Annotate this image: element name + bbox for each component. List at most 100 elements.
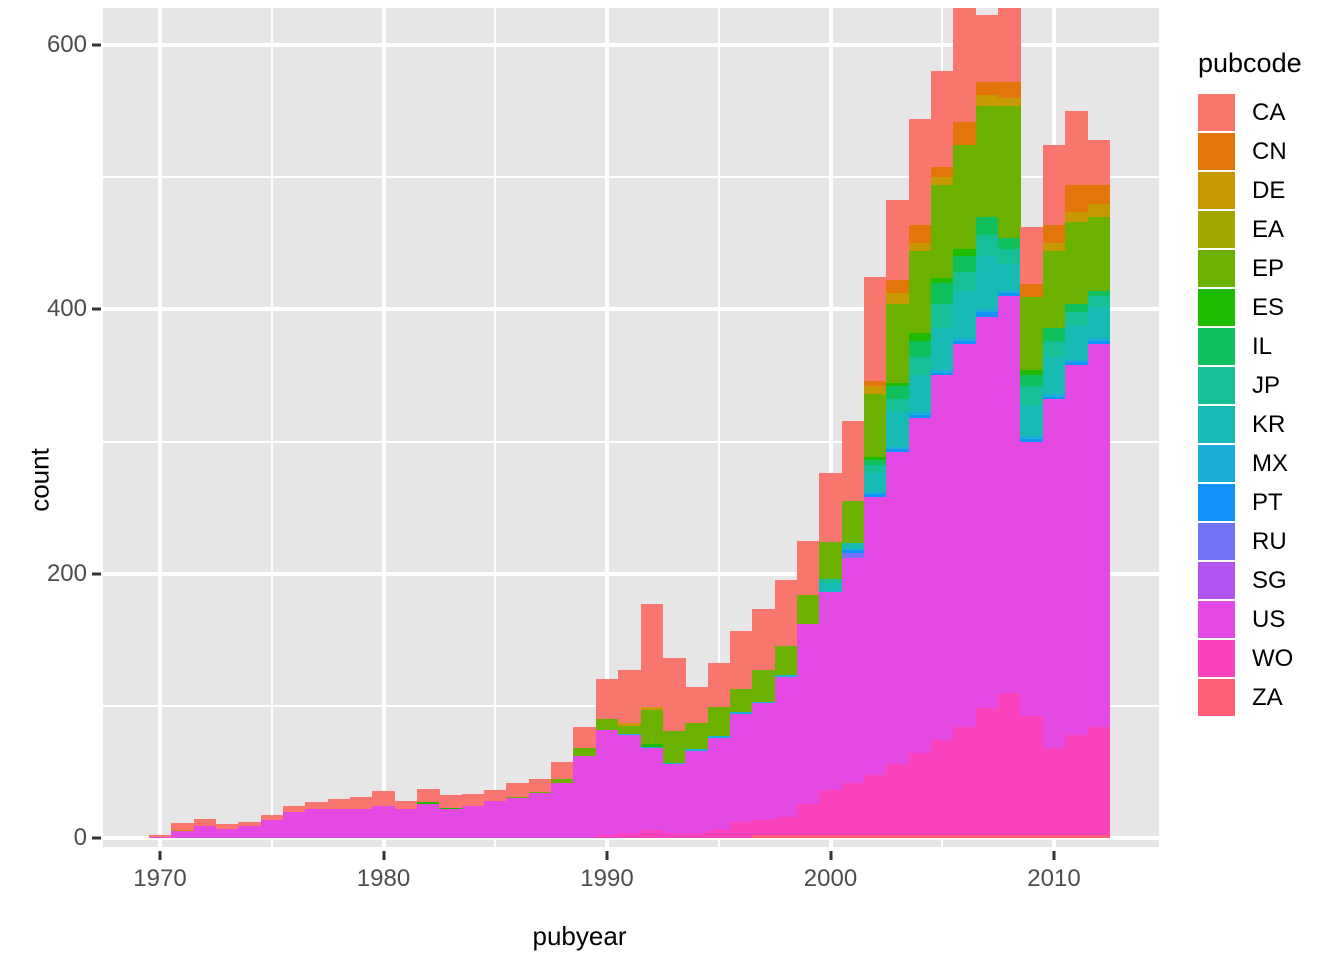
legend-swatch-ES [1198,289,1235,326]
bar-1999 [796,541,820,838]
bar-series-container [103,8,1159,847]
bar-segment-CA [171,822,195,831]
bar-segment-EP [886,303,910,384]
bar-segment-US [1087,343,1111,727]
bar-segment-IL [953,255,977,273]
bar-segment-KR [953,290,977,339]
bar-2008 [998,8,1022,838]
bar-segment-CA [864,277,887,381]
x-tick-mark-1990 [605,851,609,860]
legend-swatch-CA [1198,94,1235,131]
bar-segment-CA [372,791,396,807]
bar-segment-EP [841,500,865,544]
legend-swatch-JP [1198,367,1235,404]
legend-item-RU[interactable]: RU [1198,522,1302,561]
legend-item-KR[interactable]: KR [1198,405,1302,444]
bar-segment-EP [707,706,731,737]
bar-segment-CA [305,801,329,809]
legend-item-ZA[interactable]: ZA [1198,678,1302,717]
bar-1985 [484,789,507,838]
bar-segment-CA [796,541,820,595]
bar-segment-EP [685,722,709,750]
legend-item-PT[interactable]: PT [1198,483,1302,522]
bar-segment-DE [908,242,932,252]
bar-segment-JP [998,248,1022,265]
bar-segment-US [953,343,977,727]
bar-segment-JP [1042,340,1066,357]
bar-segment-EP [998,105,1022,238]
bar-segment-CA [193,819,217,827]
bar-segment-CA [662,657,686,731]
bar-segment-US [618,734,642,833]
legend-item-WO[interactable]: WO [1198,639,1302,678]
bar-segment-KR [931,327,954,371]
legend-swatch-IL [1198,328,1235,365]
legend-item-US[interactable]: US [1198,600,1302,639]
bar-segment-CA [215,824,239,829]
legend-item-ES[interactable]: ES [1198,288,1302,327]
bar-2011 [1065,110,1089,838]
chart-root: count pubyear 0 200 400 600 1970 1980 1990 200… [0,0,1344,960]
legend-swatch-PT [1198,484,1235,521]
bar-1980 [372,791,396,838]
legend-item-DE[interactable]: DE [1198,171,1302,210]
bar-segment-EP [551,778,575,783]
bar-segment-KR [841,542,865,549]
bar-segment-US [305,808,329,838]
legend-label-IL: IL [1252,332,1273,360]
bar-segment-CA [1042,144,1066,225]
legend-item-CN[interactable]: CN [1198,132,1302,171]
legend-item-CA[interactable]: CA [1198,93,1302,132]
bar-1990 [595,678,619,838]
bar-segment-CA [618,669,642,724]
y-tick-mark-200 [92,572,101,576]
legend-label-SG: SG [1252,566,1287,594]
bar-segment-CA [908,118,932,225]
bar-segment-EP [573,747,597,757]
bar-segment-CA [148,834,172,837]
bar-segment-IL [1042,327,1066,342]
bar-segment-EP [953,144,977,249]
bar-1983 [439,795,463,838]
legend-item-EA[interactable]: EA [1198,210,1302,249]
bar-segment-US [886,451,910,764]
bar-segment-JP [864,464,887,474]
bar-segment-IL [975,216,999,236]
bar-segment-DE [864,385,887,394]
bar-segment-CA [551,762,575,779]
bar-segment-IL [908,340,932,357]
bar-1989 [573,726,597,838]
bar-segment-JP [908,356,932,376]
bar-segment-DE [1065,211,1089,223]
bar-segment-US [975,316,999,709]
bar-segment-WO [886,763,910,836]
bar-segment-CA [886,200,910,281]
legend-item-SG[interactable]: SG [1198,561,1302,600]
bar-1988 [551,762,575,838]
bar-segment-EP [975,105,999,217]
bar-segment-CA [595,678,619,720]
legend-swatch-WO [1198,640,1235,677]
legend-swatch-DE [1198,172,1235,209]
legend-label-US: US [1252,605,1286,633]
bar-segment-JP [819,578,843,583]
legend-item-EP[interactable]: EP [1198,249,1302,288]
bar-segment-CN [931,166,954,178]
bar-1978 [327,799,351,838]
bar-segment-US [640,747,664,831]
bar-segment-US [752,702,776,820]
bar-segment-US [1042,398,1066,749]
bar-segment-DE [975,94,999,106]
bar-segment-WO [1087,726,1111,836]
x-tick-label-2010: 2010 [1027,865,1081,892]
legend-item-IL[interactable]: IL [1198,327,1302,366]
legend-item-MX[interactable]: MX [1198,444,1302,483]
legend-item-JP[interactable]: JP [1198,366,1302,405]
bar-segment-WO [640,829,664,838]
bar-segment-KR [908,374,932,413]
bar-segment-WO [752,819,776,836]
bar-1987 [528,779,552,838]
bar-2012 [1087,139,1111,838]
bar-segment-CA [461,793,485,807]
legend-swatch-EA [1198,211,1235,248]
